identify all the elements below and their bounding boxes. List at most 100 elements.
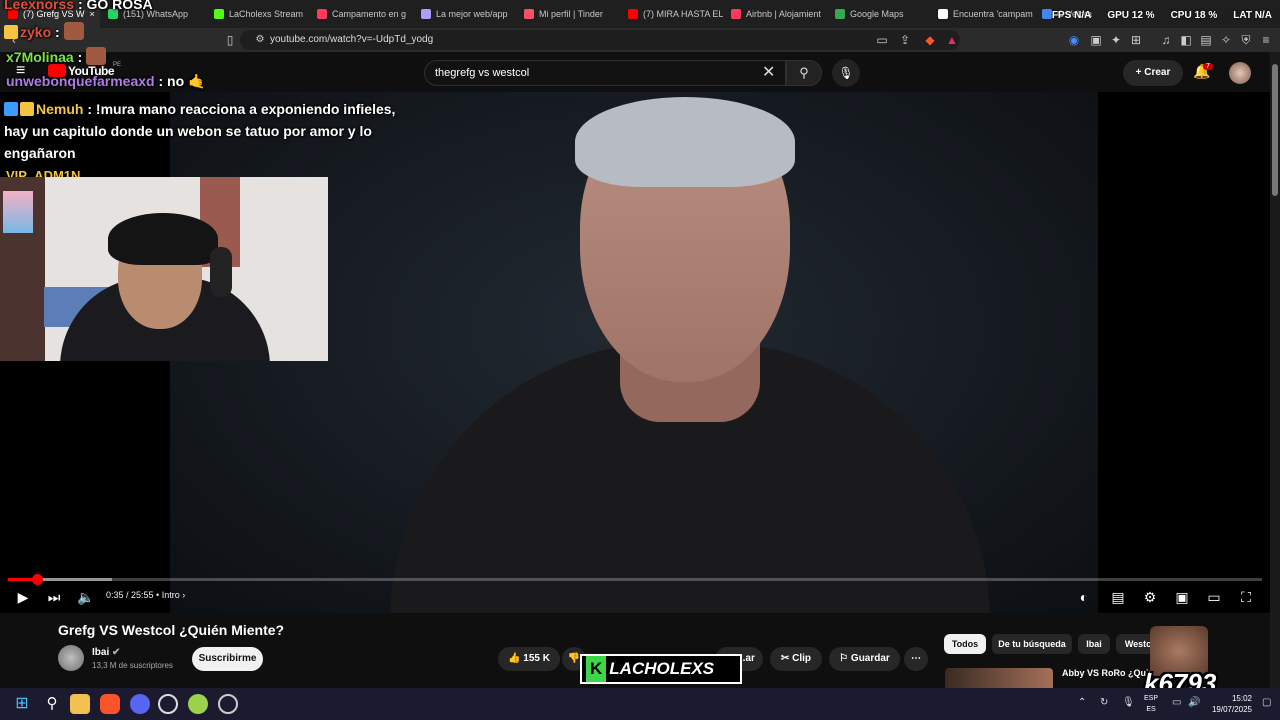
- tab-label: Mi perfil | Tinder: [539, 9, 603, 19]
- chip-from-search[interactable]: De tu búsqueda: [992, 634, 1072, 654]
- tab-favicon-icon: [317, 9, 327, 19]
- sync-icon[interactable]: ↻: [1100, 697, 1108, 708]
- tab-favicon-icon: [214, 9, 224, 19]
- account-avatar[interactable]: [1229, 62, 1251, 84]
- leo-icon[interactable]: ✧: [1216, 28, 1236, 52]
- tab-label: Campamento en g: [332, 9, 407, 19]
- chapter-label[interactable]: Intro: [162, 590, 180, 600]
- fullscreen-icon[interactable]: ⛶: [1236, 586, 1256, 608]
- audio-app-icon[interactable]: [218, 694, 238, 714]
- keyboard-code: ES: [1146, 706, 1156, 713]
- thumbs-up-icon: 👍: [508, 653, 521, 664]
- volume-icon[interactable]: 🔈: [76, 586, 96, 608]
- scrubber-handle[interactable]: [31, 574, 43, 585]
- play-icon[interactable]: ▶: [14, 586, 32, 608]
- recommended-thumbnail[interactable]: [945, 668, 1053, 690]
- browser-tab[interactable]: La mejor web/app: [413, 0, 516, 28]
- tray-arrow-icon[interactable]: ⌃: [1078, 697, 1086, 708]
- clear-search-icon[interactable]: ✕: [762, 62, 775, 82]
- recommended-title[interactable]: Abby VS RoRo ¿Quié: [1062, 668, 1154, 678]
- share-icon[interactable]: ⇪: [895, 28, 915, 52]
- puzzle-icon[interactable]: ✦: [1106, 28, 1126, 52]
- tab-label: (7) MIRA HASTA EL: [643, 9, 723, 19]
- scrollbar-thumb[interactable]: [1272, 64, 1278, 196]
- bookmark-icon[interactable]: ▯: [220, 28, 240, 52]
- windows-start-icon[interactable]: ⊞: [12, 694, 32, 714]
- taskbar-clock[interactable]: 15:02 19/07/2025: [1212, 693, 1252, 715]
- mic-icon: 🎙: [838, 66, 854, 80]
- browser-tab[interactable]: Campamento en g: [309, 0, 413, 28]
- more-actions-button[interactable]: ⋯: [904, 647, 928, 671]
- youtube-region: PE: [113, 62, 122, 68]
- browser-tab[interactable]: LaCholexs Stream: [206, 0, 309, 28]
- discord-icon[interactable]: [130, 694, 150, 714]
- settings-gear-icon[interactable]: ⚙: [1140, 586, 1160, 608]
- miniplayer-icon[interactable]: ▣: [1172, 586, 1192, 608]
- channel-avatar[interactable]: [58, 645, 84, 671]
- clip-label: Clip: [792, 653, 812, 664]
- progress-bar[interactable]: [8, 574, 1262, 585]
- tab-favicon-icon: [835, 9, 845, 19]
- thumbs-down-icon: 👎: [567, 653, 581, 664]
- browser-tab[interactable]: (7) MIRA HASTA EL: [620, 0, 723, 28]
- brave-browser-icon[interactable]: [100, 694, 120, 714]
- app-icon[interactable]: [188, 694, 208, 714]
- menu-icon[interactable]: ≡: [1256, 28, 1276, 52]
- chat-text: : no: [158, 73, 185, 89]
- file-explorer-icon[interactable]: [70, 694, 90, 714]
- chip-ibai[interactable]: Ibai: [1078, 634, 1110, 654]
- notification-center-icon[interactable]: ▢: [1262, 697, 1271, 708]
- chat-text: : GO ROSA: [77, 0, 153, 12]
- music-icon[interactable]: ♫: [1156, 28, 1176, 52]
- brave-rewards-icon[interactable]: ▲: [942, 28, 962, 52]
- vpn-icon[interactable]: ⛨: [1236, 28, 1256, 52]
- bluetooth-icon[interactable]: ◉: [1064, 28, 1084, 52]
- browser-tab[interactable]: Mi perfil | Tinder: [516, 0, 620, 28]
- notification-count-badge: 7: [1203, 63, 1213, 70]
- brave-shield-icon[interactable]: ◆: [920, 28, 940, 52]
- crown-badge-icon: [4, 25, 18, 39]
- create-button[interactable]: + Crear: [1123, 60, 1183, 86]
- voice-search-button[interactable]: 🎙: [832, 59, 860, 87]
- lat-label: LAT: [1233, 10, 1252, 21]
- mic-tray-icon[interactable]: 🎙: [1122, 697, 1135, 708]
- sidebar-icon[interactable]: ◧: [1176, 28, 1196, 52]
- browser-tab[interactable]: Encuentra 'campam: [930, 0, 1034, 28]
- save-button[interactable]: ⚐ Guardar: [829, 647, 900, 671]
- site-info-icon[interactable]: ⚙: [250, 28, 270, 52]
- time-text: 0:35 / 25:55: [106, 590, 154, 600]
- webcam-poster: [3, 191, 33, 233]
- network-icon[interactable]: ▭: [1172, 697, 1181, 708]
- cast-icon[interactable]: ▭: [872, 28, 892, 52]
- autoplay-toggle-icon[interactable]: ◐: [1072, 586, 1096, 608]
- search-input[interactable]: thegrefg vs westcol: [424, 60, 786, 86]
- subtitles-icon[interactable]: ▤: [1108, 586, 1128, 608]
- subscribe-button[interactable]: Suscribirme: [192, 647, 263, 671]
- browser-tab[interactable]: Airbnb | Alojamient: [723, 0, 827, 28]
- screenshot-icon[interactable]: ⊞: [1126, 28, 1146, 52]
- clip-button[interactable]: ✂ Clip: [770, 647, 822, 671]
- search-button[interactable]: ⚲: [786, 60, 822, 86]
- language-indicator[interactable]: ESP ES: [1144, 693, 1158, 715]
- page-scrollbar[interactable]: [1270, 52, 1280, 688]
- create-label: Crear: [1144, 67, 1171, 78]
- chip-all[interactable]: Todos: [944, 634, 986, 654]
- address-bar[interactable]: youtube.com/watch?v=-UdpTd_yodg: [240, 30, 960, 50]
- video-title: Grefg VS Westcol ¿Quién Miente?: [58, 622, 285, 638]
- theater-mode-icon[interactable]: ▭: [1204, 586, 1224, 608]
- extension-icon[interactable]: ▣: [1086, 28, 1106, 52]
- like-button[interactable]: 👍 155 K: [498, 647, 560, 671]
- chat-message: Nemuh : !mura mano reacciona a exponiend…: [4, 101, 396, 161]
- clock-time: 15:02: [1231, 694, 1252, 703]
- tab-favicon-icon: [421, 9, 431, 19]
- browser-tab[interactable]: Google Maps: [827, 0, 930, 28]
- tab-favicon-icon: [731, 9, 741, 19]
- channel-name[interactable]: Ibai ✔: [92, 647, 120, 658]
- next-icon[interactable]: ⏭: [44, 586, 64, 608]
- search-taskbar-icon[interactable]: ⚲: [42, 694, 62, 714]
- obs-icon[interactable]: [158, 694, 178, 714]
- tab-favicon-icon: [524, 9, 534, 19]
- wallet-icon[interactable]: ▤: [1196, 28, 1216, 52]
- speaker-icon[interactable]: 🔊: [1188, 697, 1200, 708]
- fps-value: N/A: [1074, 10, 1092, 21]
